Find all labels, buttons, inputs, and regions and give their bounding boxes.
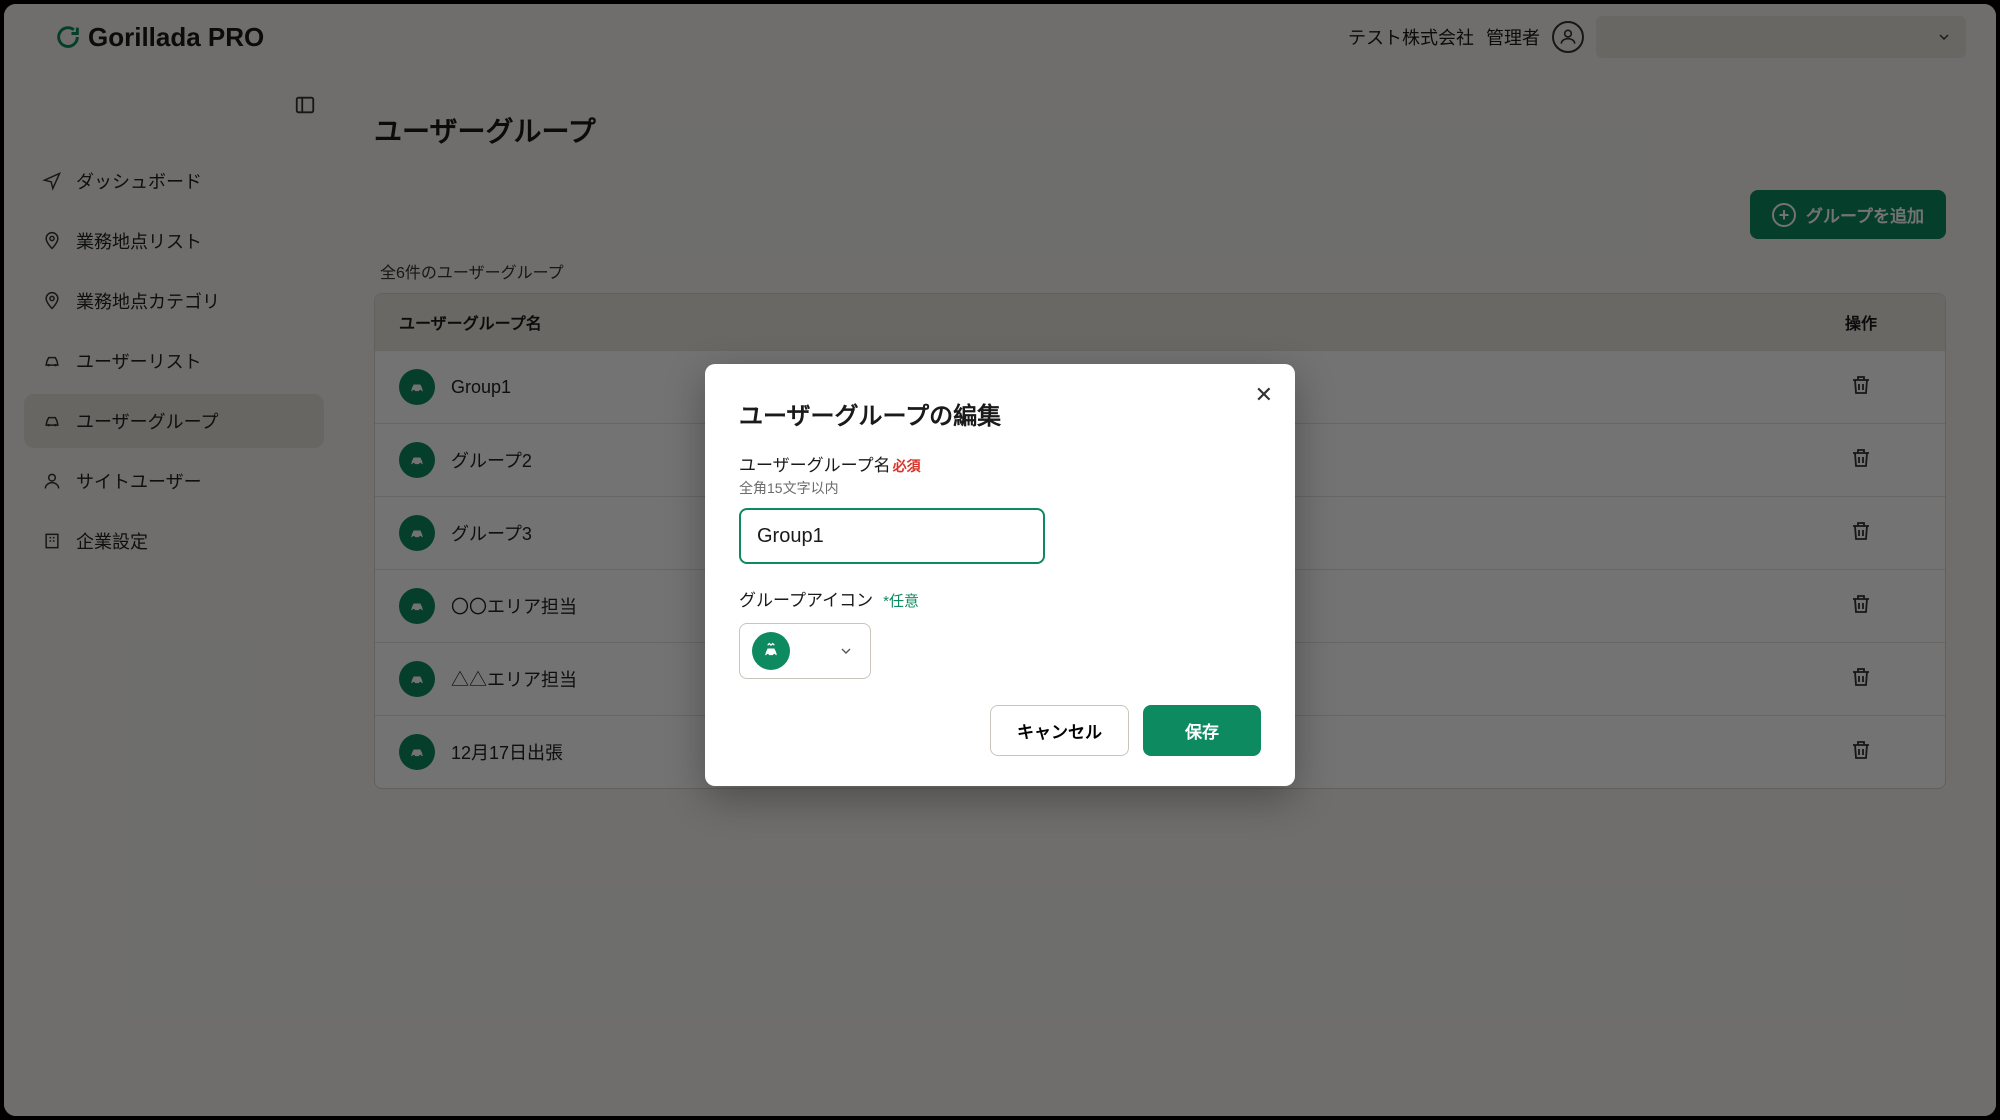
group-icon-select[interactable] [739,623,871,679]
close-icon: ✕ [1255,382,1273,407]
group-icon-label: グループアイコン [739,586,873,611]
chevron-down-icon [838,643,854,659]
required-badge: 必須 [893,456,921,476]
modal-overlay[interactable]: ✕ ユーザーグループの編集 ユーザーグループ名 必須 全角15文字以内 グループ… [4,4,1996,1116]
edit-group-modal: ✕ ユーザーグループの編集 ユーザーグループ名 必須 全角15文字以内 グループ… [705,364,1295,786]
cancel-button[interactable]: キャンセル [990,705,1129,756]
close-button[interactable]: ✕ [1255,382,1273,408]
save-button[interactable]: 保存 [1143,705,1261,756]
optional-badge: *任意 [883,590,919,611]
group-name-input[interactable] [739,508,1045,564]
selected-group-icon [752,632,790,670]
modal-title: ユーザーグループの編集 [739,396,1261,431]
group-name-hint: 全角15文字以内 [739,478,1261,498]
group-name-label: ユーザーグループ名 [739,451,891,476]
